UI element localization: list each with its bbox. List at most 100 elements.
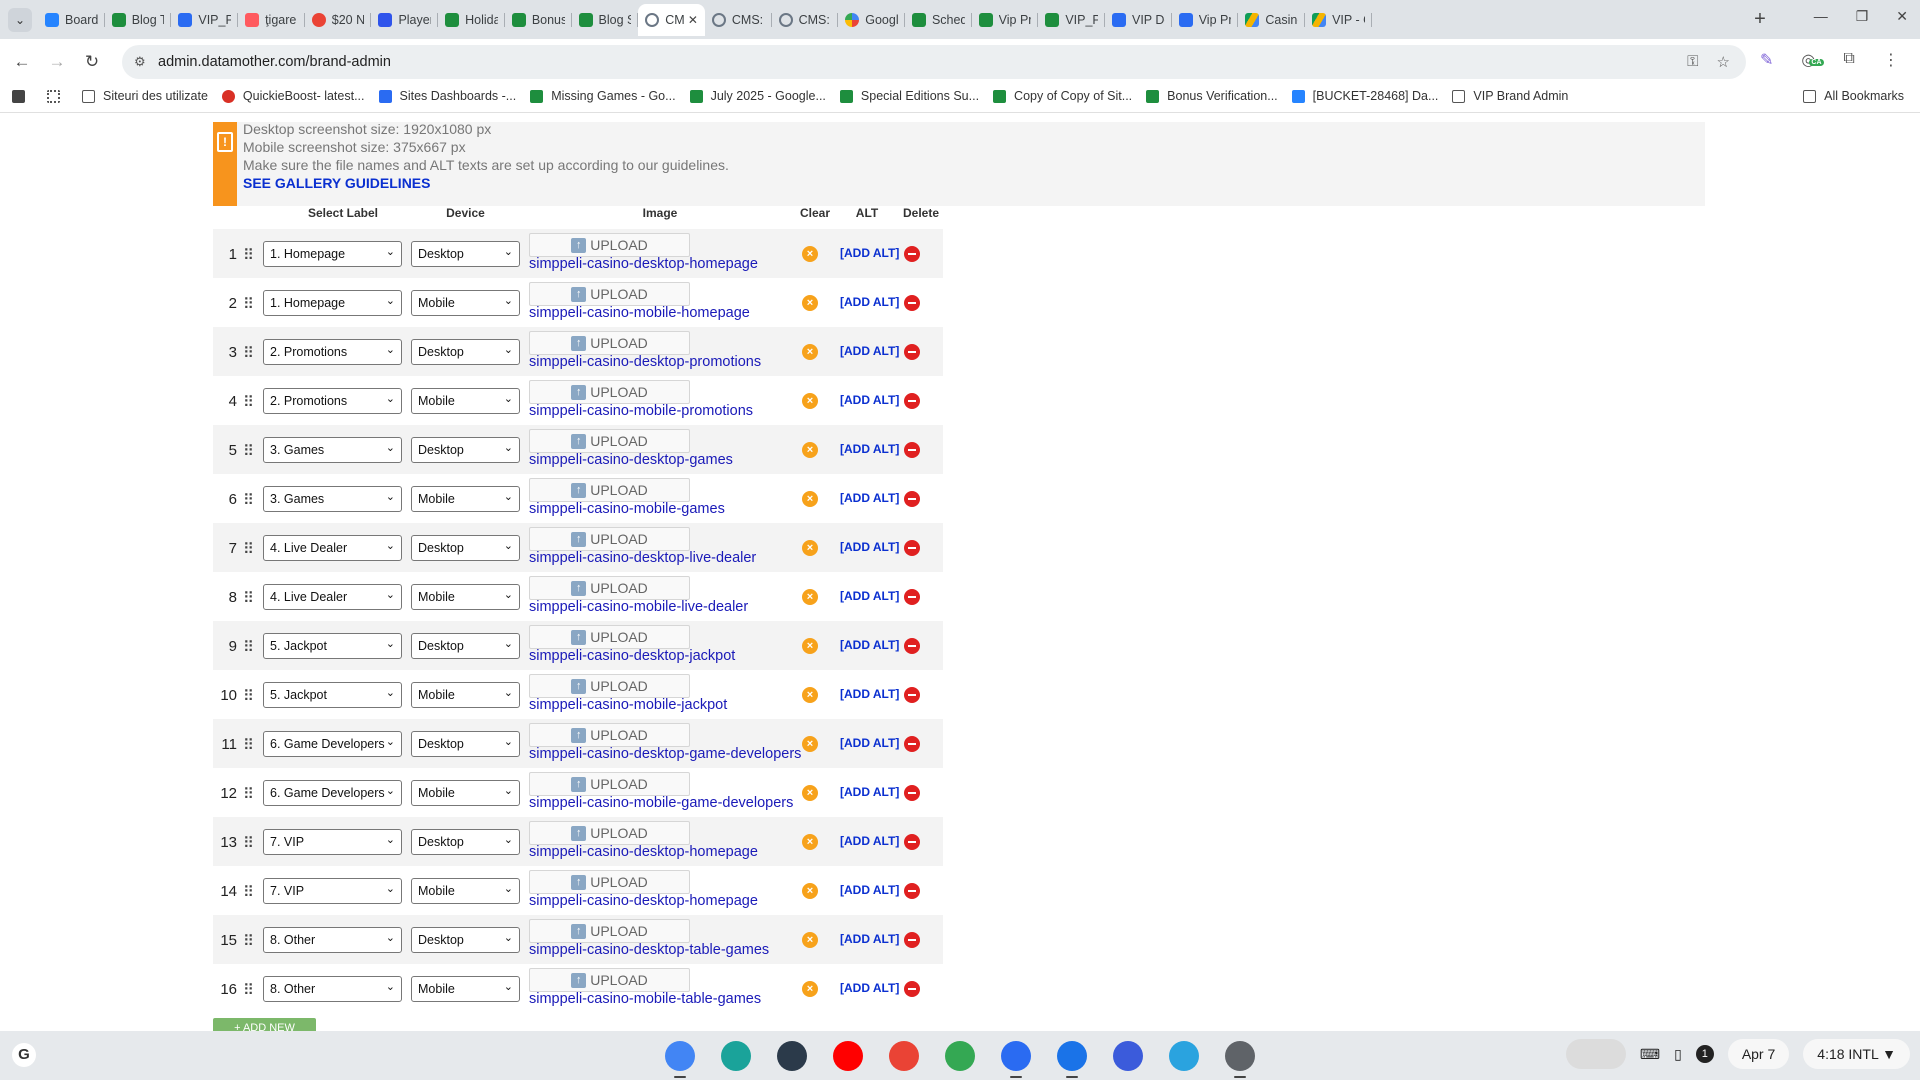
drag-handle-icon[interactable]: ⠿: [243, 834, 254, 852]
back-button[interactable]: ←: [10, 50, 34, 74]
clear-icon[interactable]: ×: [802, 883, 818, 899]
delete-icon[interactable]: [904, 442, 920, 458]
upload-button[interactable]: ↑ UPLOAD: [529, 821, 690, 845]
bookmark-item[interactable]: Siteuri des utilizate: [80, 89, 210, 103]
image-file-link[interactable]: simppeli-casino-mobile-game-developers: [529, 795, 793, 811]
upload-button[interactable]: ↑ UPLOAD: [529, 919, 690, 943]
label-select[interactable]: 1. Homepage ⌄: [263, 290, 402, 316]
browser-tab[interactable]: Vip Pro: [1172, 4, 1239, 36]
device-select[interactable]: Desktop ⌄: [411, 633, 520, 659]
shelf-app-telegram[interactable]: [1164, 1037, 1204, 1075]
upload-button[interactable]: ↑ UPLOAD: [529, 282, 690, 306]
add-alt-link[interactable]: [ADD ALT]: [840, 246, 899, 260]
image-file-link[interactable]: simppeli-casino-mobile-live-dealer: [529, 599, 748, 615]
delete-icon[interactable]: [904, 246, 920, 262]
drag-handle-icon[interactable]: ⠿: [243, 295, 254, 313]
image-file-link[interactable]: simppeli-casino-mobile-homepage: [529, 305, 750, 321]
image-file-link[interactable]: simppeli-casino-mobile-promotions: [529, 403, 753, 419]
label-select[interactable]: 5. Jackpot ⌄: [263, 682, 402, 708]
label-select[interactable]: 7. VIP ⌄: [263, 878, 402, 904]
device-select[interactable]: Desktop ⌄: [411, 437, 520, 463]
browser-tab[interactable]: CMS: E: [772, 4, 839, 36]
maximize-icon[interactable]: ❐: [1856, 8, 1869, 25]
upload-button[interactable]: ↑ UPLOAD: [529, 576, 690, 600]
device-select[interactable]: Desktop ⌄: [411, 535, 520, 561]
clear-icon[interactable]: ×: [802, 932, 818, 948]
bookmark-square[interactable]: [10, 89, 35, 103]
clear-icon[interactable]: ×: [802, 344, 818, 360]
upload-button[interactable]: ↑ UPLOAD: [529, 968, 690, 992]
add-alt-link[interactable]: [ADD ALT]: [840, 785, 899, 799]
device-select[interactable]: Mobile ⌄: [411, 388, 520, 414]
ca-extension-icon[interactable]: ◎ CA: [1801, 50, 1824, 70]
browser-tab[interactable]: VIP_Pr: [171, 4, 238, 36]
add-alt-link[interactable]: [ADD ALT]: [840, 638, 899, 652]
device-select[interactable]: Desktop ⌄: [411, 339, 520, 365]
site-info-icon[interactable]: ⚙: [134, 54, 150, 70]
browser-tab[interactable]: Google: [838, 4, 905, 36]
delete-icon[interactable]: [904, 638, 920, 654]
shelf-app-app-s[interactable]: [716, 1037, 756, 1075]
label-select[interactable]: 2. Promotions ⌄: [263, 388, 402, 414]
add-alt-link[interactable]: [ADD ALT]: [840, 981, 899, 995]
delete-icon[interactable]: [904, 393, 920, 409]
keyboard-icon[interactable]: ⌨: [1640, 1046, 1660, 1063]
add-new-button[interactable]: + ADD NEW: [213, 1018, 316, 1031]
image-file-link[interactable]: simppeli-casino-mobile-jackpot: [529, 697, 727, 713]
clear-icon[interactable]: ×: [802, 834, 818, 850]
url-text[interactable]: admin.datamother.com/brand-admin: [158, 54, 391, 70]
menu-kebab-icon[interactable]: ⋮: [1883, 50, 1899, 70]
drag-handle-icon[interactable]: ⠿: [243, 932, 254, 950]
add-alt-link[interactable]: [ADD ALT]: [840, 932, 899, 946]
clear-icon[interactable]: ×: [802, 785, 818, 801]
address-bar[interactable]: ⚙ admin.datamother.com/brand-admin ⚿ ☆: [122, 45, 1746, 79]
drag-handle-icon[interactable]: ⠿: [243, 491, 254, 509]
clear-icon[interactable]: ×: [802, 491, 818, 507]
delete-icon[interactable]: [904, 736, 920, 752]
clear-icon[interactable]: ×: [802, 589, 818, 605]
device-select[interactable]: Desktop ⌄: [411, 731, 520, 757]
shelf-app-gmail[interactable]: [884, 1037, 924, 1075]
delete-icon[interactable]: [904, 981, 920, 997]
delete-icon[interactable]: [904, 785, 920, 801]
bookmark-star-icon[interactable]: ☆: [1717, 53, 1730, 71]
bookmark-item[interactable]: VIP Brand Admin: [1450, 89, 1570, 103]
delete-icon[interactable]: [904, 295, 920, 311]
drag-handle-icon[interactable]: ⠿: [243, 785, 254, 803]
device-select[interactable]: Desktop ⌄: [411, 927, 520, 953]
bookmark-apps[interactable]: [45, 89, 70, 103]
bookmark-item[interactable]: Bonus Verification...: [1144, 89, 1279, 103]
bookmark-item[interactable]: Sites Dashboards -...: [377, 89, 519, 103]
drag-handle-icon[interactable]: ⠿: [243, 246, 254, 264]
label-select[interactable]: 6. Game Developers ⌄: [263, 731, 402, 757]
delete-icon[interactable]: [904, 540, 920, 556]
image-file-link[interactable]: simppeli-casino-desktop-homepage: [529, 844, 758, 860]
add-alt-link[interactable]: [ADD ALT]: [840, 736, 899, 750]
bookmark-item[interactable]: July 2025 - Google...: [688, 89, 828, 103]
notification-count[interactable]: 1: [1695, 1045, 1714, 1063]
label-select[interactable]: 3. Games ⌄: [263, 486, 402, 512]
browser-tab[interactable]: Player: [371, 4, 438, 36]
drag-handle-icon[interactable]: ⠿: [243, 540, 254, 558]
drag-handle-icon[interactable]: ⠿: [243, 393, 254, 411]
image-file-link[interactable]: simppeli-casino-desktop-live-dealer: [529, 550, 756, 566]
new-tab-button[interactable]: +: [1748, 8, 1772, 31]
clear-icon[interactable]: ×: [802, 638, 818, 654]
upload-button[interactable]: ↑ UPLOAD: [529, 331, 690, 355]
minimize-icon[interactable]: —: [1814, 8, 1828, 25]
upload-button[interactable]: ↑ UPLOAD: [529, 772, 690, 796]
add-alt-link[interactable]: [ADD ALT]: [840, 442, 899, 456]
forward-button[interactable]: →: [45, 50, 69, 74]
label-select[interactable]: 8. Other ⌄: [263, 927, 402, 953]
shelf-app-files[interactable]: [1052, 1037, 1092, 1078]
image-file-link[interactable]: simppeli-casino-mobile-table-games: [529, 991, 761, 1007]
image-file-link[interactable]: simppeli-casino-desktop-jackpot: [529, 648, 735, 664]
drag-handle-icon[interactable]: ⠿: [243, 589, 254, 607]
image-file-link[interactable]: simppeli-casino-desktop-homepage: [529, 256, 758, 272]
upload-button[interactable]: ↑ UPLOAD: [529, 478, 690, 502]
drag-handle-icon[interactable]: ⠿: [243, 344, 254, 362]
pen-extension-icon[interactable]: ✎: [1760, 50, 1773, 70]
add-alt-link[interactable]: [ADD ALT]: [840, 344, 899, 358]
browser-tab[interactable]: Board -: [38, 4, 105, 36]
image-file-link[interactable]: simppeli-casino-desktop-table-games: [529, 942, 769, 958]
